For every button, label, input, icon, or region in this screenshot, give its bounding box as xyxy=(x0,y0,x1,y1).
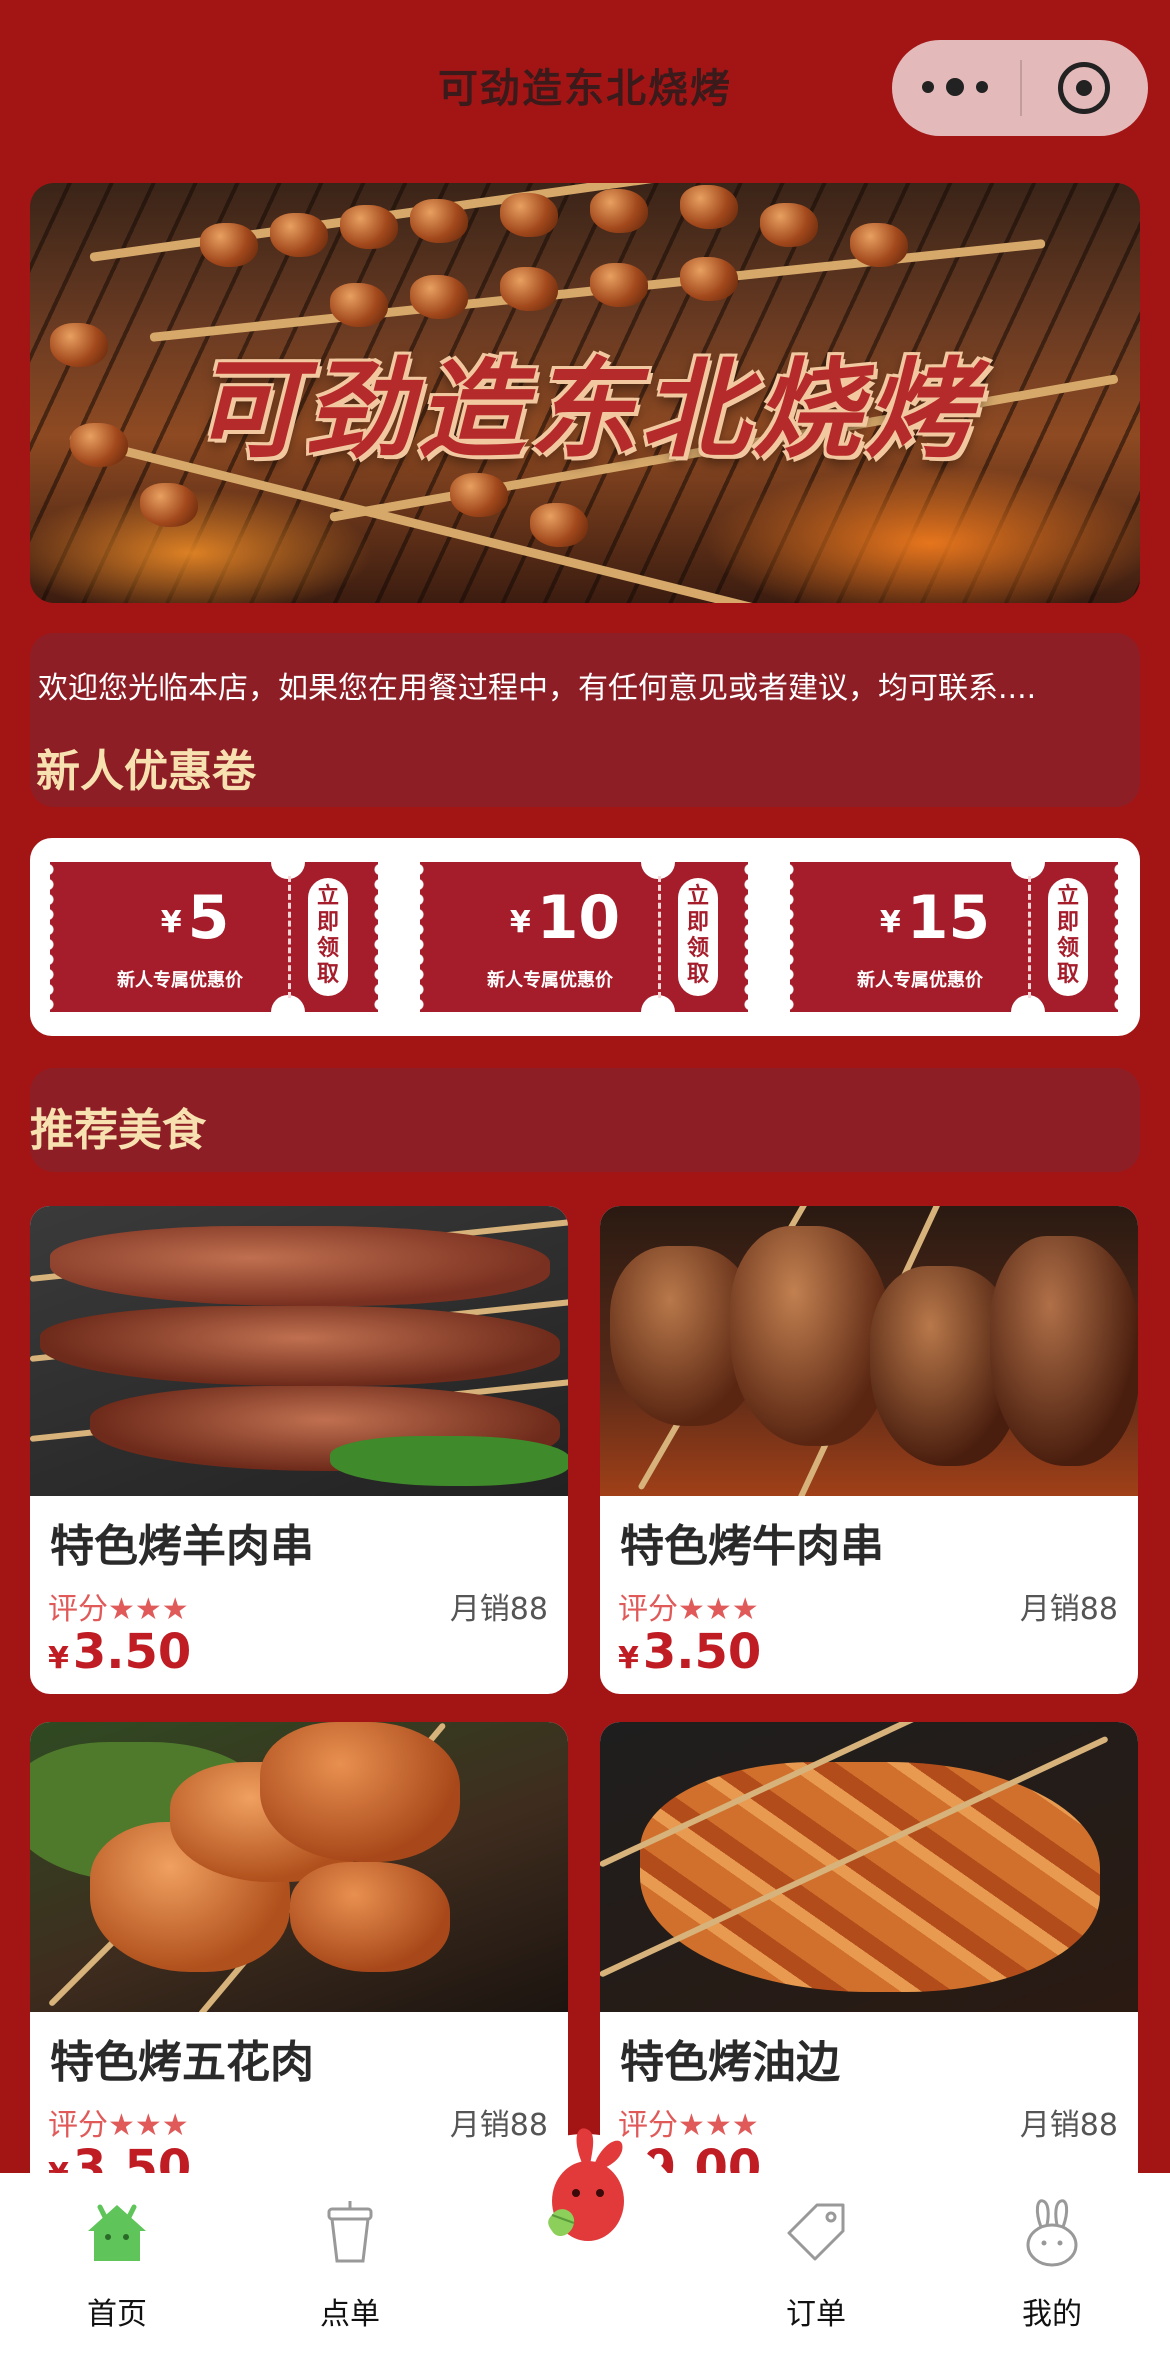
tab-orders[interactable]: 订单 xyxy=(736,2197,896,2333)
notice-text: 欢迎您光临本店，如果您在用餐过程中，有任何意见或者建议，均可联系.... xyxy=(38,671,1037,706)
food-name: 特色烤牛肉串 xyxy=(620,1521,884,1572)
tab-home[interactable]: 首页 xyxy=(37,2197,197,2333)
notice-panel: 欢迎您光临本店，如果您在用餐过程中，有任何意见或者建议，均可联系.... 新人优… xyxy=(30,633,1140,807)
coupon-subtitle: 新人专属优惠价 xyxy=(117,970,243,991)
tag-icon xyxy=(781,2197,851,2267)
food-card-lamb[interactable]: 特色烤羊肉串 评分★★★ 月销88 ¥3.50 xyxy=(30,1206,568,1694)
food-sales: 月销88 xyxy=(1019,1592,1118,1627)
capsule-divider xyxy=(1020,60,1022,116)
coupon-5[interactable]: ¥5 新人专属优惠价 立即领取 xyxy=(48,845,380,1029)
hero-banner[interactable]: 可劲造东北烧烤 xyxy=(30,183,1140,603)
recommend-panel: 推荐美食 xyxy=(30,1068,1140,1172)
food-price: ¥3.50 xyxy=(48,1624,192,1680)
coupon-subtitle: 新人专属优惠价 xyxy=(857,970,983,991)
food-image xyxy=(600,1722,1138,2012)
more-icon[interactable] xyxy=(922,72,1042,102)
coupon-10[interactable]: ¥10 新人专属优惠价 立即领取 xyxy=(418,845,750,1029)
close-miniprogram-icon[interactable] xyxy=(1058,62,1110,114)
home-icon xyxy=(82,2197,152,2267)
banner-title: 可劲造东北烧烤 xyxy=(192,347,977,473)
tab-mine[interactable]: 我的 xyxy=(972,2197,1132,2333)
food-image xyxy=(30,1206,568,1496)
recommend-title: 推荐美食 xyxy=(30,1105,206,1156)
tab-home-label: 首页 xyxy=(87,2297,147,2332)
food-card-pork-belly[interactable]: 特色烤五花肉 评分★★★ 月销88 ¥3.50 xyxy=(30,1722,568,2210)
food-image xyxy=(30,1722,568,2012)
food-card-fat-edge[interactable]: 特色烤油边 评分★★★ 月销88 ¥9.00 xyxy=(600,1722,1138,2210)
tab-center-mascot[interactable] xyxy=(505,2123,665,2253)
food-name: 特色烤五花肉 xyxy=(50,2037,314,2088)
food-rating: 评分★★★ xyxy=(48,2108,189,2143)
claim-coupon-button[interactable]: 立即领取 xyxy=(1048,878,1088,996)
cup-icon xyxy=(315,2197,385,2267)
rabbit-icon xyxy=(1017,2197,1087,2267)
coupon-list: ¥5 新人专属优惠价 立即领取 ¥10 新人专属优惠价 立即领取 ¥15 新人专… xyxy=(30,838,1140,1036)
coupon-15[interactable]: ¥15 新人专属优惠价 立即领取 xyxy=(788,845,1120,1029)
coupon-section-title: 新人优惠卷 xyxy=(36,746,256,797)
tab-orders-label: 订单 xyxy=(786,2297,846,2332)
mascot-icon xyxy=(530,2123,640,2253)
coupon-amount: ¥10 xyxy=(509,883,621,953)
food-rating: 评分★★★ xyxy=(48,1592,189,1627)
food-name: 特色烤羊肉串 xyxy=(50,1521,314,1572)
food-name: 特色烤油边 xyxy=(620,2037,840,2088)
food-card-beef[interactable]: 特色烤牛肉串 评分★★★ 月销88 ¥3.50 xyxy=(600,1206,1138,1694)
coupon-amount: ¥5 xyxy=(160,883,230,953)
food-rating: 评分★★★ xyxy=(618,1592,759,1627)
food-image xyxy=(600,1206,1138,1496)
coupon-subtitle: 新人专属优惠价 xyxy=(487,970,613,991)
mini-program-capsule xyxy=(892,40,1148,136)
food-price: ¥3.50 xyxy=(618,1624,762,1680)
coupon-amount: ¥15 xyxy=(879,883,991,953)
claim-coupon-button[interactable]: 立即领取 xyxy=(678,878,718,996)
tab-order-food[interactable]: 点单 xyxy=(270,2197,430,2333)
tab-mine-label: 我的 xyxy=(1022,2297,1082,2332)
food-sales: 月销88 xyxy=(449,1592,548,1627)
tab-bar: 首页 点单 订单 我的 xyxy=(0,2128,1170,2359)
tab-order-food-label: 点单 xyxy=(320,2297,380,2332)
food-sales: 月销88 xyxy=(1019,2108,1118,2143)
claim-coupon-button[interactable]: 立即领取 xyxy=(308,878,348,996)
